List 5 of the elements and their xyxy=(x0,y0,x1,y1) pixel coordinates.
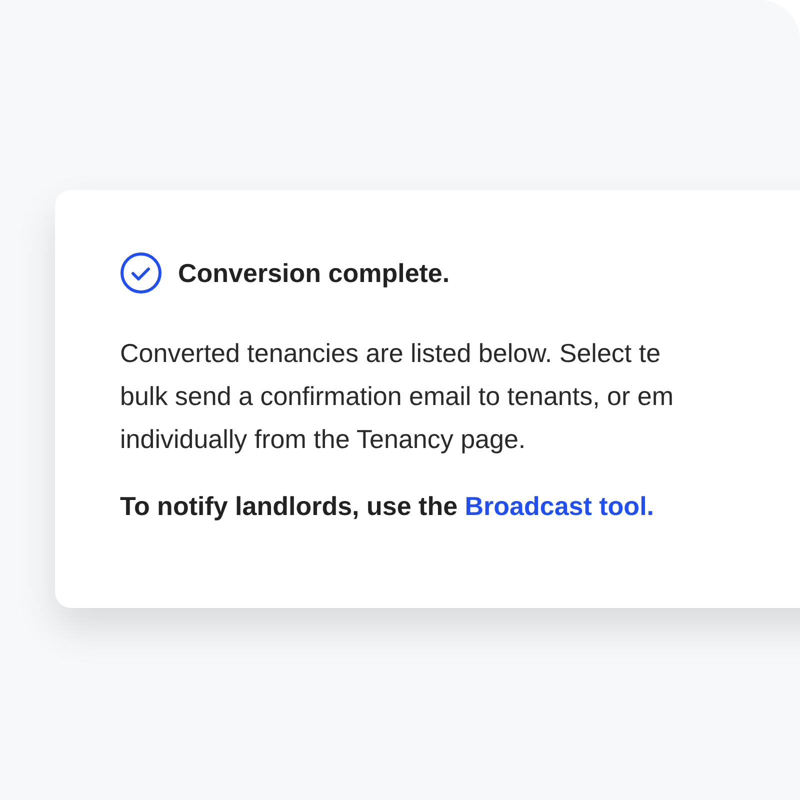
notify-note: To notify landlords, use the Broadcast tool. xyxy=(120,490,656,523)
alert-message: Converted tenancies are listed below. Select te bulk send a confirmation email to tenants, or em individually from the Tenancy page. xyxy=(120,337,675,456)
check-circle-icon xyxy=(120,252,162,294)
alert-title: Conversion complete. xyxy=(178,256,450,290)
broadcast-tool-link[interactable]: Broadcast tool. xyxy=(464,491,654,521)
